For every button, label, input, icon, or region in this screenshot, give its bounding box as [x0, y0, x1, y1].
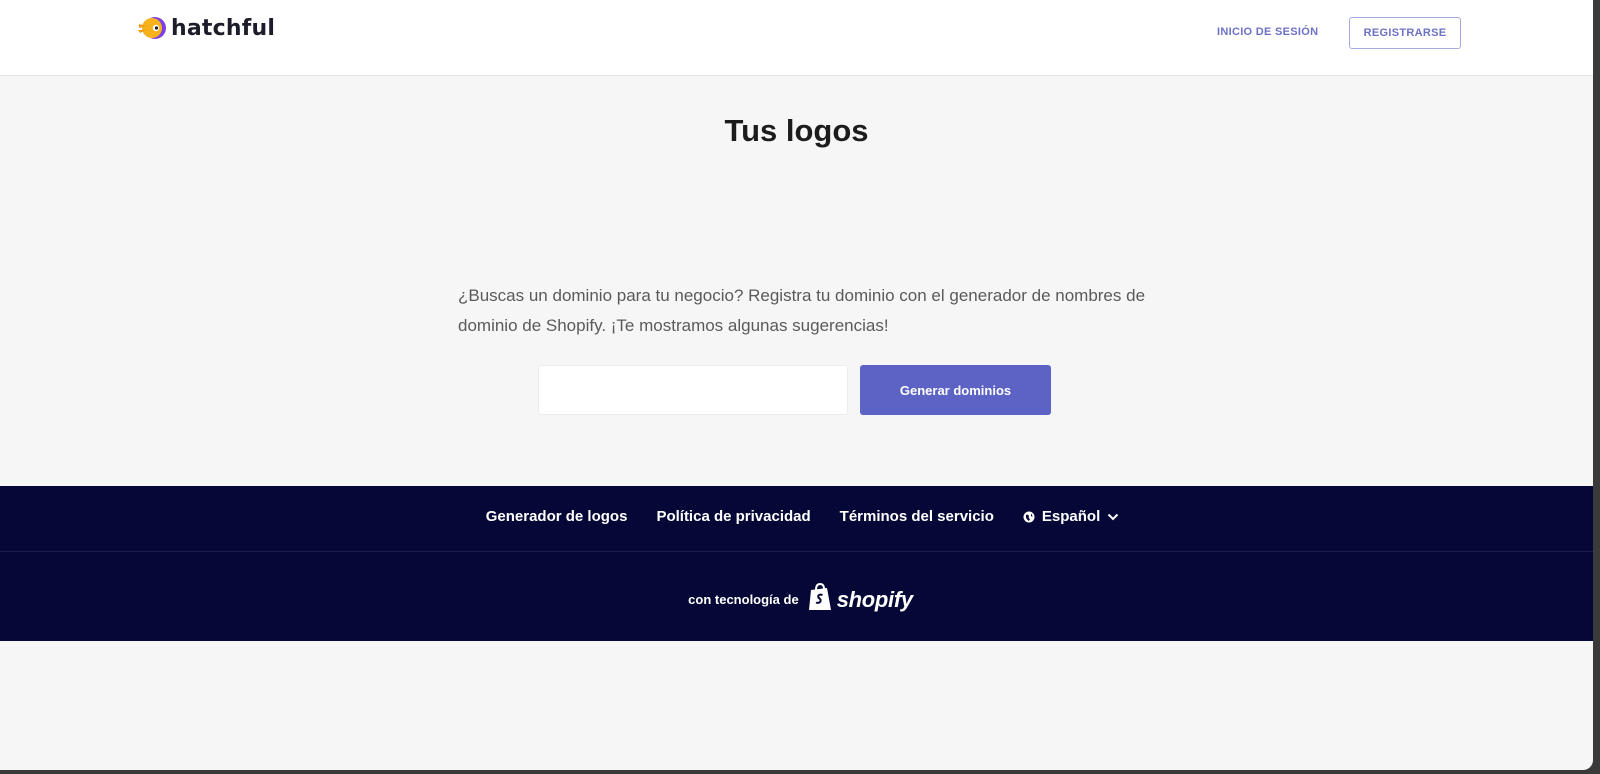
shopify-logo[interactable]: shopify [807, 582, 913, 617]
generate-domains-button[interactable]: Generar dominios [860, 365, 1051, 415]
brand-logo[interactable]: hatchful [135, 12, 275, 44]
browser-page: hatchful INICIO DE SESIÓN REGISTRARSE Tu… [0, 0, 1593, 770]
footer-divider [0, 551, 1593, 552]
domain-search-input[interactable] [538, 365, 848, 415]
site-footer: Generador de logos Política de privacida… [0, 486, 1593, 641]
footer-link-terms[interactable]: Términos del servicio [840, 508, 994, 525]
login-link[interactable]: INICIO DE SESIÓN [1217, 26, 1318, 38]
footer-link-logo-maker[interactable]: Generador de logos [486, 508, 628, 525]
page-title: Tus logos [724, 113, 869, 148]
site-header: hatchful INICIO DE SESIÓN REGISTRARSE [0, 0, 1593, 76]
brand-name: hatchful [171, 15, 276, 41]
globe-icon [1023, 511, 1035, 523]
shopify-bag-icon [807, 582, 833, 617]
hatchful-logo-icon [135, 12, 169, 44]
powered-by-text: con tecnología de [688, 592, 799, 607]
register-button[interactable]: REGISTRARSE [1349, 17, 1461, 49]
footer-link-privacy[interactable]: Política de privacidad [656, 508, 810, 525]
domain-description: ¿Buscas un dominio para tu negocio? Regi… [458, 286, 1146, 335]
powered-by: con tecnología de shopify [0, 582, 1593, 617]
footer-nav: Generador de logos Política de privacida… [0, 508, 1593, 525]
chevron-down-icon [1107, 513, 1119, 521]
language-label: Español [1041, 508, 1101, 525]
shopify-wordmark: shopify [836, 586, 913, 612]
language-selector[interactable]: Español [1023, 508, 1119, 525]
